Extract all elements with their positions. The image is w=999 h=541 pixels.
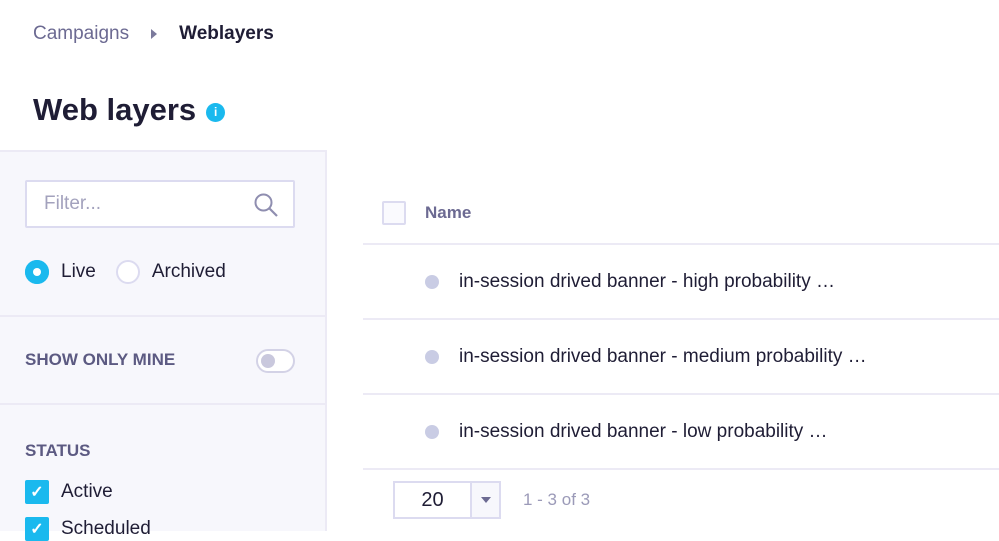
column-header-name[interactable]: Name bbox=[425, 203, 471, 223]
breadcrumb-campaigns[interactable]: Campaigns bbox=[33, 23, 129, 45]
status-scheduled-label: Scheduled bbox=[61, 518, 151, 539]
status-dot-icon bbox=[425, 349, 439, 364]
status-active-label: Active bbox=[61, 481, 113, 502]
breadcrumb: Campaigns Weblayers bbox=[33, 23, 274, 45]
page-title: Web layers bbox=[33, 92, 197, 127]
row-name[interactable]: in-session drived banner - high probabil… bbox=[459, 271, 835, 293]
chevron-right-icon bbox=[151, 29, 158, 39]
check-icon[interactable]: ✓ bbox=[25, 517, 49, 541]
table-row[interactable]: in-session drived banner - medium probab… bbox=[363, 320, 999, 395]
search-icon[interactable] bbox=[253, 192, 279, 218]
select-all-checkbox[interactable] bbox=[382, 201, 406, 225]
filter-input[interactable] bbox=[44, 193, 244, 215]
check-icon[interactable]: ✓ bbox=[25, 480, 49, 504]
pagination: 20 1 - 3 of 3 bbox=[393, 481, 590, 519]
radio-archived[interactable] bbox=[115, 260, 140, 284]
status-dot-icon bbox=[425, 424, 439, 439]
show-only-mine-label: SHOW ONLY MINE bbox=[25, 350, 176, 369]
info-icon[interactable]: i bbox=[206, 102, 226, 122]
status-active-checkbox[interactable]: ✓ Active bbox=[25, 480, 113, 504]
filter-box bbox=[25, 180, 295, 228]
page-range: 1 - 3 of 3 bbox=[523, 490, 591, 509]
page-size-value[interactable]: 20 bbox=[395, 483, 470, 517]
show-only-mine-toggle[interactable] bbox=[256, 349, 295, 373]
row-name[interactable]: in-session drived banner - medium probab… bbox=[459, 346, 867, 368]
table-row[interactable]: in-session drived banner - high probabil… bbox=[363, 245, 999, 320]
weblayers-table: Name in-session drived banner - high pro… bbox=[363, 183, 999, 470]
status-dot-icon bbox=[425, 274, 439, 289]
row-name[interactable]: in-session drived banner - low probabili… bbox=[459, 421, 828, 443]
divider bbox=[0, 315, 325, 317]
radio-archived-label[interactable]: Archived bbox=[152, 261, 226, 283]
radio-live[interactable] bbox=[25, 260, 49, 284]
sidebar: Live Archived SHOW ONLY MINE STATUS ✓ Ac… bbox=[0, 150, 327, 541]
divider bbox=[0, 403, 325, 405]
live-archived-radio-group: Live Archived bbox=[25, 260, 226, 284]
status-scheduled-checkbox[interactable]: ✓ Scheduled bbox=[25, 517, 151, 541]
page-size-select[interactable]: 20 bbox=[393, 481, 501, 519]
caret-down-icon bbox=[480, 497, 491, 503]
status-title: STATUS bbox=[25, 441, 91, 460]
page-title-wrap: Web layers i bbox=[33, 92, 226, 128]
breadcrumb-current: Weblayers bbox=[179, 23, 274, 44]
table-row[interactable]: in-session drived banner - low probabili… bbox=[363, 395, 999, 470]
radio-live-label[interactable]: Live bbox=[61, 261, 96, 283]
table-header: Name bbox=[363, 183, 999, 245]
dropdown-button[interactable] bbox=[470, 483, 499, 517]
